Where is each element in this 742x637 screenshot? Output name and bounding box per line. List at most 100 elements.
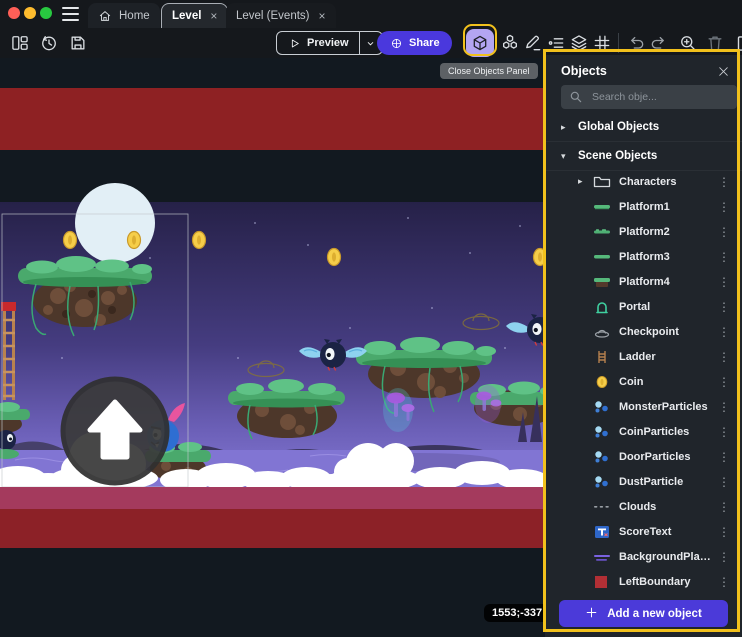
object-menu-button[interactable]: ⋮ [714,500,730,514]
chevron-down-icon: ▾ [561,151,569,162]
object-row-monsterparticles[interactable]: MonsterParticles⋮ [545,394,742,419]
object-label: Clouds [619,501,714,513]
platform3-icon [593,250,611,264]
chevron-right-icon[interactable]: ▸ [578,176,593,187]
object-menu-button[interactable]: ⋮ [714,175,730,189]
edit-scene-icon[interactable] [735,33,742,54]
share-button[interactable]: Share [377,31,452,55]
object-menu-button[interactable]: ⋮ [714,550,730,564]
tab-home[interactable]: Home [88,3,160,28]
instances-list-icon[interactable] [545,33,566,54]
object-row-platform2[interactable]: Platform2⋮ [545,219,742,244]
plus-icon [585,606,598,622]
object-menu-button[interactable]: ⋮ [714,350,730,364]
history-icon[interactable] [38,32,59,53]
object-label: Coin [619,376,714,388]
object-list: ▸Characters⋮Platform1⋮Platform2⋮Platform… [545,169,742,591]
object-menu-button[interactable]: ⋮ [714,250,730,264]
redo-icon[interactable] [648,33,669,54]
checkpoint-icon [593,325,611,339]
object-row-leftboundary[interactable]: LeftBoundary⋮ [545,569,742,591]
preview-button[interactable]: Preview [276,31,383,55]
object-menu-button[interactable]: ⋮ [714,525,730,539]
object-menu-button[interactable]: ⋮ [714,325,730,339]
object-row-platform4[interactable]: Platform4⋮ [545,269,742,294]
add-object-button[interactable]: Add a new object [559,600,728,627]
object-row-dustparticle[interactable]: DustParticle⋮ [545,469,742,494]
platform2-icon [593,225,611,239]
object-label: BackgroundPlants [619,551,714,563]
object-label: MonsterParticles [619,401,714,413]
object-label: Checkpoint [619,326,714,338]
object-label: Platform3 [619,251,714,263]
object-menu-button[interactable]: ⋮ [714,575,730,589]
object-menu-button[interactable]: ⋮ [714,475,730,489]
tab-label: Level (Events) [236,10,310,22]
jump-button[interactable] [63,379,167,483]
tab-label: Home [119,10,150,22]
panels-icon[interactable] [9,32,30,53]
grid-icon[interactable] [591,33,612,54]
object-row-doorparticles[interactable]: DoorParticles⋮ [545,444,742,469]
object-label: Platform1 [619,201,714,213]
save-icon[interactable] [67,32,88,53]
particles-icon [593,400,611,414]
object-menu-button[interactable]: ⋮ [714,300,730,314]
search-input[interactable] [561,85,737,109]
object-row-platform3[interactable]: Platform3⋮ [545,244,742,269]
cursor-coordinates: 1553;-337 [484,604,550,622]
tab-close-icon[interactable]: × [210,9,217,23]
object-menu-button[interactable]: ⋮ [714,425,730,439]
object-row-clouds[interactable]: Clouds⋮ [545,494,742,519]
object-menu-button[interactable]: ⋮ [714,375,730,389]
clouds-icon [593,500,611,514]
object-groups-icon[interactable] [499,33,520,54]
undo-icon[interactable] [625,33,646,54]
tooltip: Close Objects Panel [440,63,538,79]
main-menu-icon[interactable] [62,7,79,21]
moon[interactable] [75,183,155,263]
section-scene-objects[interactable]: ▾ Scene Objects [545,142,742,171]
object-label: Platform4 [619,276,714,288]
ladder-icon [593,350,611,364]
object-menu-button[interactable]: ⋮ [714,400,730,414]
object-row-ladder[interactable]: Ladder⋮ [545,344,742,369]
object-row-checkpoint[interactable]: Checkpoint⋮ [545,319,742,344]
edit-icon[interactable] [522,33,543,54]
zoom-in-icon[interactable] [677,33,698,54]
tab-level[interactable]: Level × [161,3,228,28]
objects-panel: Objects ▸ Global Objects ▾ Scene Objects… [545,55,742,637]
trash-icon[interactable] [704,33,725,54]
object-menu-button[interactable]: ⋮ [714,225,730,239]
close-window-button[interactable] [8,7,20,19]
object-menu-button[interactable]: ⋮ [714,200,730,214]
object-row-scoretext[interactable]: ScoreText⋮ [545,519,742,544]
panel-title: Objects [561,64,607,78]
home-icon [98,9,112,23]
object-row-coin[interactable]: Coin⋮ [545,369,742,394]
tab-level-events[interactable]: Level (Events) × [226,3,336,28]
object-row-platform1[interactable]: Platform1⋮ [545,194,742,219]
object-menu-button[interactable]: ⋮ [714,450,730,464]
section-global-objects[interactable]: ▸ Global Objects [545,113,742,142]
object-label: Characters [619,176,714,188]
objects-panel-icon[interactable] [466,29,494,57]
plants-icon [593,550,611,564]
object-row-characters[interactable]: ▸ Characters⋮ [545,169,742,194]
close-panel-icon[interactable] [717,65,730,78]
search-icon [569,90,583,104]
object-menu-button[interactable]: ⋮ [714,275,730,289]
maximize-window-button[interactable] [40,7,52,19]
minimize-window-button[interactable] [24,7,36,19]
search-field[interactable] [590,90,729,104]
object-row-portal[interactable]: Portal⋮ [545,294,742,319]
object-label: CoinParticles [619,426,714,438]
object-label: DustParticle [619,476,714,488]
tab-close-icon[interactable]: × [319,9,326,23]
object-row-backgroundplants[interactable]: BackgroundPlants⋮ [545,544,742,569]
layers-icon[interactable] [568,33,589,54]
object-label: Ladder [619,351,714,363]
tab-label: Level [172,10,201,22]
toolbar-divider [618,33,619,53]
object-row-coinparticles[interactable]: CoinParticles⋮ [545,419,742,444]
